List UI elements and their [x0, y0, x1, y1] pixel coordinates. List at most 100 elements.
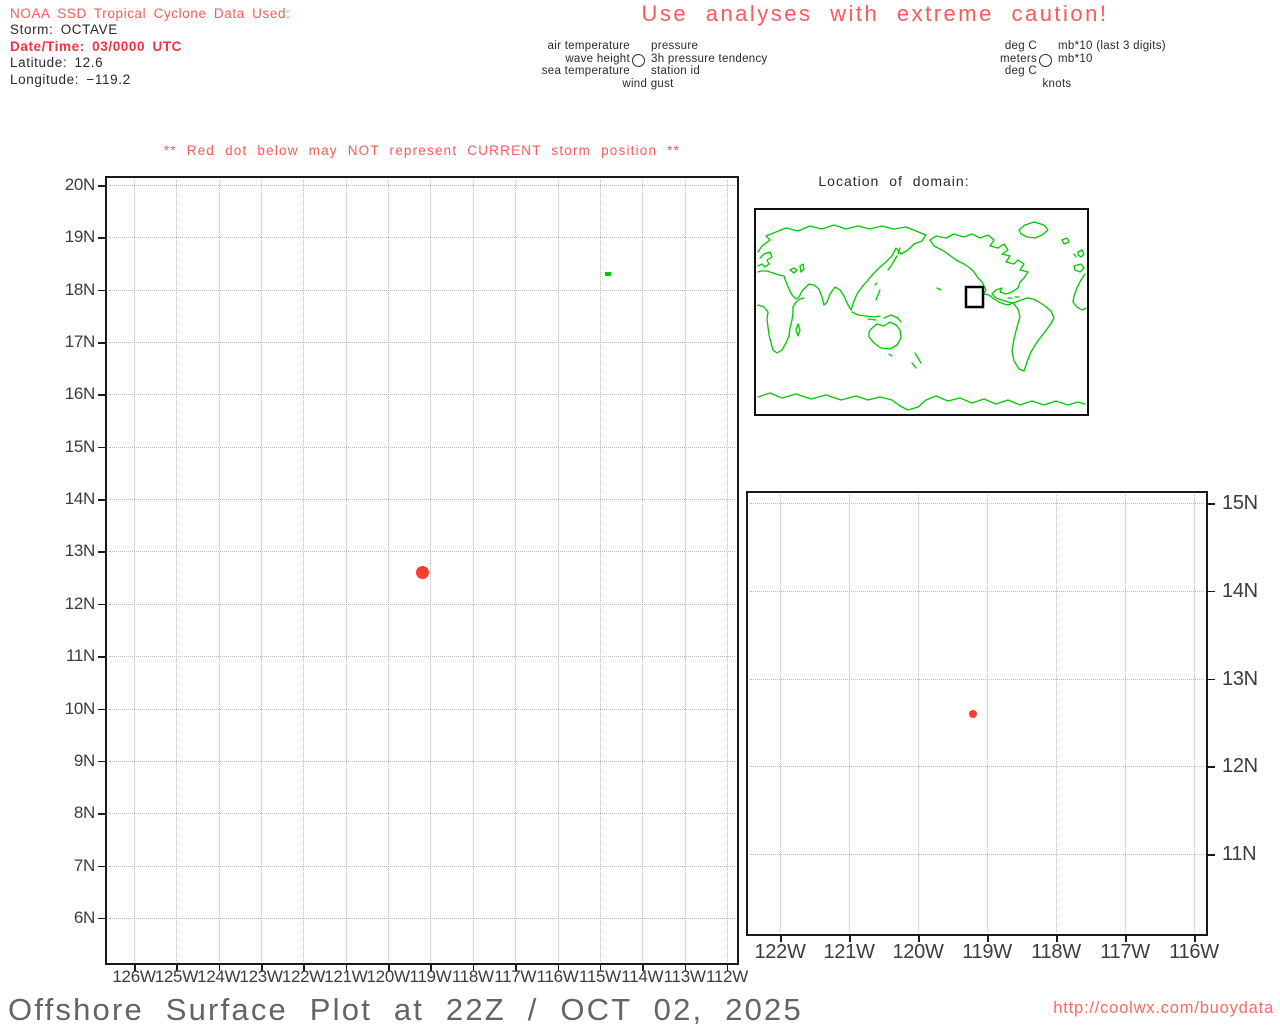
- domain-extent-marker: [964, 285, 985, 309]
- gridline-horizontal: [750, 503, 1204, 504]
- gridline-horizontal: [109, 760, 735, 762]
- legend-air-temperature: air temperature: [547, 40, 630, 52]
- domain-map-title: Location of domain:: [818, 173, 970, 189]
- units-legend-right-column: mb*10 (last 3 digits) mb*10: [1058, 40, 1166, 65]
- lat-tick-label: 12N: [64, 593, 96, 613]
- storm-position-marker: [969, 709, 978, 718]
- axis-tick: [98, 289, 106, 292]
- lat-tick-label: 10N: [64, 698, 96, 718]
- gridline-horizontal: [109, 499, 735, 501]
- gridline-vertical: [1056, 495, 1057, 932]
- gridline-vertical: [430, 180, 432, 961]
- lat-tick-label: 13N: [64, 541, 96, 561]
- longitude-line: Longitude: −119.2: [10, 71, 131, 87]
- gridline-vertical: [726, 180, 728, 961]
- lon-tick-label: 112W: [706, 967, 748, 986]
- lat-tick-label: 13N: [1222, 667, 1258, 690]
- gridline-horizontal: [109, 813, 735, 815]
- lat-tick-label: 12N: [1222, 755, 1258, 778]
- legend-wind-gust: wind gust: [622, 78, 674, 90]
- gridline-vertical: [849, 495, 850, 932]
- station-legend-left-column: air temperature wave height sea temperat…: [430, 40, 630, 78]
- lat-tick-label: 14N: [1222, 579, 1258, 602]
- gridline-horizontal: [109, 289, 735, 291]
- gridline-vertical: [642, 180, 644, 961]
- gridline-vertical: [557, 180, 559, 961]
- axis-tick: [1207, 503, 1215, 505]
- unit-deg-c-air: deg C: [1004, 40, 1037, 52]
- legend-wave-height: wave height: [565, 52, 630, 65]
- storm-name-line: Storm: OCTAVE: [10, 22, 118, 38]
- gridline-horizontal: [750, 766, 1204, 768]
- gridline-vertical: [987, 495, 988, 932]
- axis-tick: [98, 551, 106, 553]
- gridline-vertical: [218, 180, 220, 961]
- gridline-vertical: [176, 180, 178, 961]
- gridline-vertical: [472, 180, 474, 961]
- gridline-horizontal: [109, 185, 735, 186]
- axis-tick: [98, 603, 106, 606]
- axis-tick: [98, 813, 106, 815]
- latitude-line: Latitude: 12.6: [10, 55, 104, 71]
- axis-tick: [98, 656, 106, 658]
- axis-tick: [98, 865, 106, 868]
- lat-tick-label: 8N: [73, 803, 95, 823]
- gridline-horizontal: [109, 342, 735, 344]
- lon-tick-label: 116W: [1169, 941, 1219, 963]
- axis-tick: [1207, 766, 1215, 768]
- lon-tick-label: 118W: [1031, 941, 1081, 963]
- axis-tick: [98, 185, 106, 187]
- caution-banner: Use analyses with extreme caution!: [641, 1, 1109, 26]
- lon-tick-label: 121W: [823, 941, 875, 963]
- gridline-vertical: [684, 180, 686, 961]
- axis-tick: [98, 917, 106, 920]
- plot-title: Offshore Surface Plot at 22Z / OCT 02, 2…: [8, 992, 803, 1027]
- gridline-vertical: [515, 180, 517, 961]
- world-map-svg: [757, 221, 1087, 411]
- legend-sea-temperature: sea temperature: [541, 65, 630, 78]
- lat-tick-label: 14N: [64, 489, 96, 509]
- source-line: NOAA SSD Tropical Cyclone Data Used:: [10, 6, 291, 21]
- gridline-horizontal: [750, 678, 1204, 680]
- source-url: http://coolwx.com/buoydata: [1053, 999, 1274, 1017]
- units-legend-left-column: deg C meters deg C: [900, 40, 1037, 78]
- gridline-vertical: [303, 180, 305, 961]
- gridline-horizontal: [750, 590, 1204, 592]
- lat-tick-label: 9N: [73, 750, 95, 770]
- gridline-horizontal: [109, 708, 735, 710]
- gridline-vertical: [345, 180, 347, 961]
- axis-tick: [98, 394, 106, 396]
- gridline-horizontal: [109, 865, 735, 867]
- storm-position-marker: [415, 565, 429, 579]
- header-info: NOAA SSD Tropical Cyclone Data Used: Sto…: [10, 6, 290, 88]
- lon-tick-label: 122W: [754, 941, 806, 963]
- gridline-horizontal: [750, 854, 1204, 856]
- unit-mb10-last3: mb*10 (last 3 digits): [1058, 40, 1166, 52]
- lat-tick-label: 11N: [65, 646, 95, 666]
- station-circle-icon: [632, 54, 645, 67]
- gridline-horizontal: [109, 917, 735, 919]
- gridline-vertical: [780, 495, 781, 932]
- lat-tick-label: 15N: [1222, 492, 1258, 514]
- axis-tick: [98, 708, 106, 711]
- gridline-horizontal: [109, 551, 735, 553]
- lat-tick-label: 6N: [73, 907, 95, 927]
- gridline-vertical: [261, 180, 263, 961]
- unit-meters: meters: [1000, 52, 1037, 65]
- axis-tick: [98, 760, 106, 763]
- lon-tick-label: 119W: [962, 941, 1012, 963]
- axis-tick: [1207, 854, 1215, 856]
- axis-tick: [98, 237, 106, 239]
- axis-tick: [1207, 590, 1215, 593]
- gridline-horizontal: [109, 446, 735, 448]
- unit-deg-c-sea: deg C: [1004, 65, 1037, 78]
- axis-tick: [98, 499, 106, 501]
- units-circle-icon: [1039, 54, 1052, 67]
- green-mark-marker: [605, 272, 612, 276]
- lon-tick-label: 117W: [1100, 941, 1150, 963]
- gridline-vertical: [388, 180, 390, 961]
- legend-pressure: pressure: [651, 40, 699, 52]
- lon-tick-label: 120W: [892, 941, 944, 963]
- axis-tick: [98, 342, 106, 344]
- unit-knots: knots: [1042, 78, 1072, 90]
